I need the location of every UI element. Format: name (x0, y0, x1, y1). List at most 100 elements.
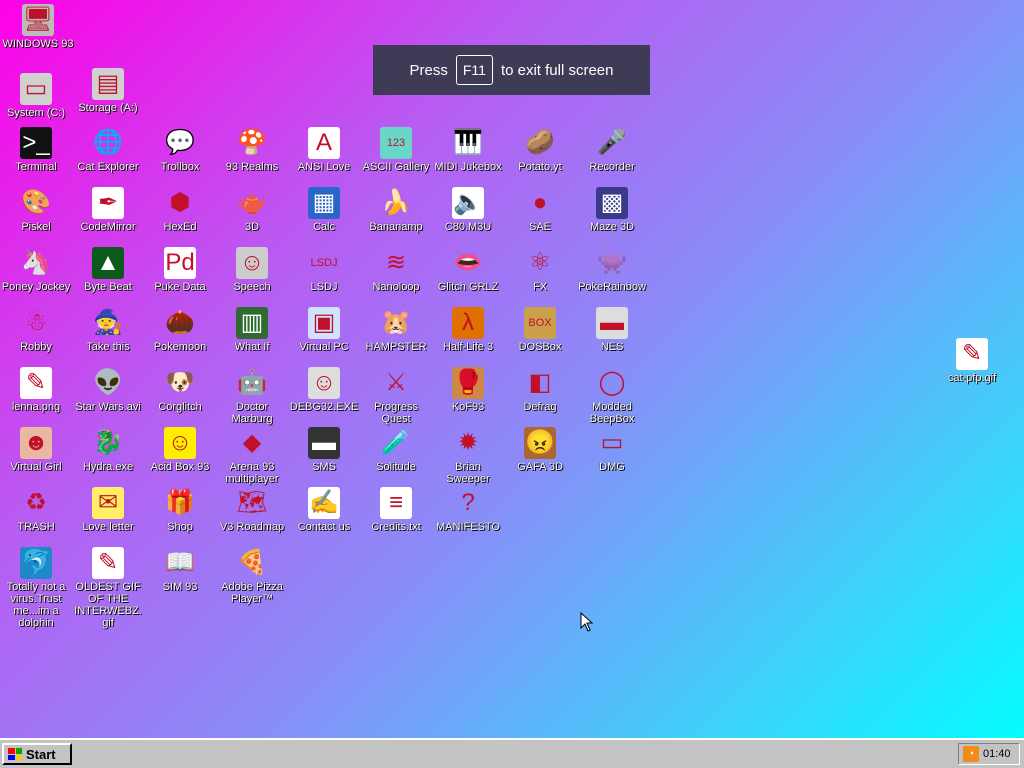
desktop-icon[interactable]: 🐉 Hydra.exe (72, 427, 144, 473)
desktop-icon[interactable]: ✒ CodeMirror (72, 187, 144, 233)
desktop-icon[interactable]: ◧ Defrag (504, 367, 576, 413)
desktop-icon[interactable]: 🥔 Potato.yt (504, 127, 576, 173)
desktop-icon[interactable]: ▭ System (C:) (0, 73, 72, 119)
desktop-icon-label: Acid Box 93 (150, 461, 210, 473)
desktop-icon-label: MANIFESTO (436, 521, 500, 533)
desktop-icon[interactable]: 😠 GAFA 3D (504, 427, 576, 473)
desktop-icon[interactable]: ♻ TRASH (0, 487, 72, 533)
desktop-icon-label: Progress Quest (373, 401, 419, 425)
desktop-icon[interactable]: λ Half-Life 3 (432, 307, 504, 353)
app-icon: A (308, 127, 340, 159)
desktop-icon[interactable]: 👽 Star Wars.avi (72, 367, 144, 413)
desktop-icon[interactable]: ? MANIFESTO (432, 487, 504, 533)
desktop-icon[interactable]: 🖥 WINDOWS 93 (2, 4, 74, 50)
desktop-icon[interactable]: A ANSI Love (288, 127, 360, 173)
desktop-icon[interactable]: 🐬 Totally not a virus.Trust me...im a dol… (0, 547, 72, 629)
desktop-icon[interactable]: Pd Puke Data (144, 247, 216, 293)
desktop-icon[interactable]: LSDJ LSDJ (288, 247, 360, 293)
app-icon: ✎ (20, 367, 52, 399)
desktop-icon[interactable]: ▥ What If (216, 307, 288, 353)
desktop-icon-label: Trollbox (160, 161, 200, 173)
desktop-icon[interactable]: ▦ Calc (288, 187, 360, 233)
desktop-icon[interactable]: ◆ Arena 93 multiplayer (216, 427, 288, 485)
desktop-icon[interactable]: ◯ Modded BeepBox (576, 367, 648, 425)
desktop-icon-label: Hydra.exe (82, 461, 134, 473)
desktop-icon[interactable]: 📖 SIM 93 (144, 547, 216, 593)
desktop-icon[interactable]: 👾 PokeRainbow (576, 247, 648, 293)
desktop-icon[interactable]: ▲ Byte Beat (72, 247, 144, 293)
desktop-icon[interactable]: ≡ Credits.txt (360, 487, 432, 533)
desktop-icon[interactable]: 123 ASCII Gallery (360, 127, 432, 173)
desktop-icon[interactable]: ⚛ FX (504, 247, 576, 293)
desktop-icon-label: Puke Data (154, 281, 206, 293)
desktop-icon[interactable]: 🐹 HAMPSTER (360, 307, 432, 353)
app-icon: 🎨 (21, 189, 51, 216)
app-icon: 🌐 (93, 129, 123, 156)
desktop-icon-label: SMS (312, 461, 336, 473)
desktop-icon[interactable]: ▬ SMS (288, 427, 360, 473)
app-icon: 🤖 (237, 369, 267, 396)
app-icon: λ (452, 307, 484, 339)
desktop-icon[interactable]: 🍄 93 Realms (216, 127, 288, 173)
desktop-icon[interactable]: 👄 Glitch GRLZ (432, 247, 504, 293)
desktop-icon[interactable]: ⬢ HexEd (144, 187, 216, 233)
desktop-icon[interactable]: ▭ DMG (576, 427, 648, 473)
app-icon: ✍ (308, 487, 340, 519)
desktop-icon[interactable]: 🦄 Poney Jockey (0, 247, 72, 293)
desktop-icon[interactable]: 🧪 Solitude (360, 427, 432, 473)
app-icon: 🍌 (381, 189, 411, 216)
desktop-icon-label: Bananamp (369, 221, 423, 233)
desktop-icon[interactable]: ✎ OLDEST GIF OF THE INTERWEBZ.gif (72, 547, 144, 629)
desktop-icon[interactable]: 🎁 Shop (144, 487, 216, 533)
desktop-icon[interactable]: ▩ Maze 3D (576, 187, 648, 233)
desktop-icon[interactable]: ✉ Love letter (72, 487, 144, 533)
desktop-icon[interactable]: 🐶 Corglitch (144, 367, 216, 413)
app-icon: >_ (20, 127, 52, 159)
app-icon: ✹ (457, 429, 479, 456)
desktop-icon[interactable]: ☻ Virtual Girl (0, 427, 72, 473)
desktop-icon-label: Potato.yt (518, 161, 562, 173)
desktop-icon[interactable]: ☃ Robby (0, 307, 72, 353)
desktop-icon[interactable]: ☺ Acid Box 93 (144, 427, 216, 473)
desktop-icon[interactable]: 🎹 MIDI Jukebox (432, 127, 504, 173)
desktop-icon-label: 3D (244, 221, 260, 233)
desktop-icon[interactable]: ✎ lenna.png (0, 367, 72, 413)
rss-icon[interactable]: ◔ (963, 746, 979, 762)
desktop-icon[interactable]: BOX DOSBox (504, 307, 576, 353)
desktop-icon-label: SAE (528, 221, 551, 233)
desktop-icon[interactable]: >_ Terminal (0, 127, 72, 173)
desktop-icon[interactable]: ✍ Contact us (288, 487, 360, 533)
start-button[interactable]: Start (2, 743, 72, 765)
desktop-icon[interactable]: 💬 Trollbox (144, 127, 216, 173)
desktop-icon[interactable]: ☺ Speech (216, 247, 288, 293)
desktop-icon-label: Doctor Marburg (231, 401, 273, 425)
app-icon: ☺ (308, 367, 340, 399)
desktop-icon[interactable]: ▤ Storage (A:) (72, 68, 144, 114)
desktop-icon-label: Brian Sweeper (446, 461, 490, 485)
desktop-icon[interactable]: 🍌 Bananamp (360, 187, 432, 233)
desktop-icon[interactable]: 🫖 3D (216, 187, 288, 233)
desktop-icon[interactable]: 🎨 Piskel (0, 187, 72, 233)
desktop-icon[interactable]: ▬ NES (576, 307, 648, 353)
desktop-icon[interactable]: 🗺 V3 Roadmap (216, 487, 288, 533)
desktop-icon-label: CodeMirror (80, 221, 136, 233)
desktop-icon[interactable]: ✹ Brian Sweeper (432, 427, 504, 485)
desktop-icon[interactable]: ● SAE (504, 187, 576, 233)
desktop-icon[interactable]: 🎤 Recorder (576, 127, 648, 173)
desktop-icon[interactable]: 🍕 Adobe Pizza Player™ (216, 547, 288, 605)
desktop-icon[interactable]: 🧙 Take this (72, 307, 144, 353)
desktop-icon[interactable]: 🤖 Doctor Marburg (216, 367, 288, 425)
desktop-icon-label: HexEd (163, 221, 197, 233)
desktop-icon[interactable]: 🌰 Pokemoon (144, 307, 216, 353)
desktop-icon[interactable]: ≋ Nanoloop (360, 247, 432, 293)
desktop-icon[interactable]: ✎ cat-pfp.gif (936, 338, 1008, 384)
desktop-icon[interactable]: ▣ Virtual PC (288, 307, 360, 353)
desktop-icon[interactable]: ☺ DEBG32.EXE (288, 367, 360, 413)
desktop-icon-label: SIM 93 (162, 581, 198, 593)
desktop-icon[interactable]: 🥊 KoF93 (432, 367, 504, 413)
desktop-icon-label: DEBG32.EXE (289, 401, 359, 413)
desktop-icon[interactable]: ⚔ Progress Quest (360, 367, 432, 425)
desktop-icon[interactable]: 🔈 C80.M3U (432, 187, 504, 233)
desktop-icon-label: What If (234, 341, 270, 353)
desktop-icon[interactable]: 🌐 Cat Explorer (72, 127, 144, 173)
